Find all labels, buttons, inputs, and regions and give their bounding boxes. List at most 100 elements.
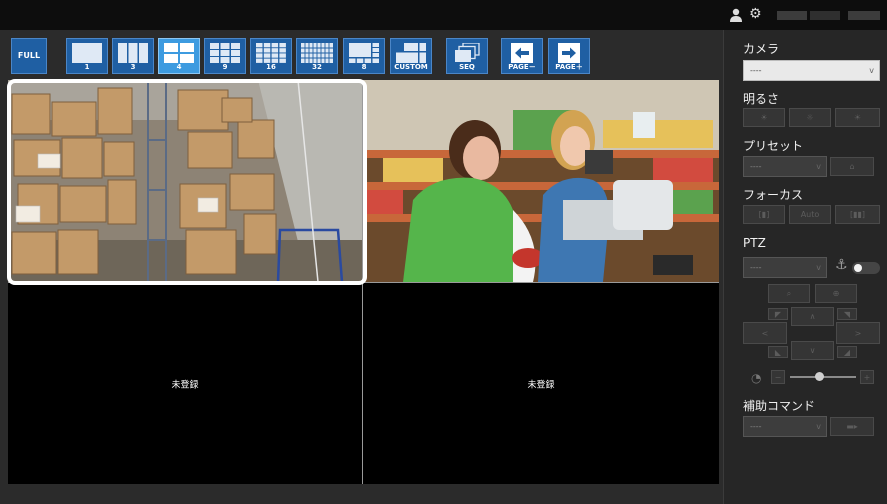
ptz-down-right-button[interactable]: ◢ xyxy=(837,346,857,358)
plus-icon: + xyxy=(863,372,871,382)
ptz-section-title: PTZ xyxy=(743,236,766,250)
status-bar xyxy=(0,484,723,504)
ptz-up-right-button[interactable]: ◥ xyxy=(837,308,857,320)
arrow-up-right-icon: ◥ xyxy=(843,309,851,319)
chevron-right-icon: > xyxy=(854,328,862,338)
user-name-redacted xyxy=(810,11,840,20)
arrow-left-icon xyxy=(511,43,533,63)
sequence-button[interactable]: SEQ xyxy=(446,38,488,74)
focus-auto-label: Auto xyxy=(800,210,820,219)
button-label: CUSTOM xyxy=(394,63,428,71)
layout-1-icon xyxy=(72,43,102,63)
aux-command-execute-button[interactable]: ▬▸ xyxy=(830,417,874,436)
full-screen-button[interactable]: FULL xyxy=(11,38,47,74)
brightness-brighter-button[interactable]: ☀ xyxy=(835,108,880,127)
user-name-redacted xyxy=(848,11,880,20)
speed-slider-track[interactable] xyxy=(790,372,856,381)
layout-32-button[interactable]: 32 xyxy=(296,38,338,74)
preset-home-button[interactable]: ⌂ xyxy=(830,157,874,176)
ptz-select[interactable]: ---- v xyxy=(743,257,827,278)
top-bar: ⚙ xyxy=(0,0,887,30)
sun-small-icon: ☀ xyxy=(760,113,768,122)
button-label: 32 xyxy=(312,63,322,71)
zoom-out-button[interactable]: ⌕ xyxy=(768,284,810,303)
preset-section-title: プリセット xyxy=(743,139,804,153)
focus-auto-button[interactable]: Auto xyxy=(789,205,831,224)
brightness-normal-button[interactable]: ☼ xyxy=(789,108,831,127)
chevron-down-icon: v xyxy=(816,422,821,431)
sun-outline-icon: ☼ xyxy=(806,113,814,122)
page-next-button[interactable]: PAGE＋ xyxy=(548,38,590,74)
layout-3-button[interactable]: 3 xyxy=(112,38,154,74)
layout-1-button[interactable]: 1 xyxy=(66,38,108,74)
camera-slot-empty[interactable]: 未登録 xyxy=(8,283,362,484)
focus-far-icon: [▮▮] xyxy=(849,210,866,219)
layout-custom-icon xyxy=(396,43,426,63)
layout-8-icon xyxy=(349,43,379,63)
focus-far-button[interactable]: [▮▮] xyxy=(835,205,880,224)
layout-32-icon xyxy=(301,43,333,63)
user-icon[interactable] xyxy=(730,8,742,22)
chevron-left-icon: < xyxy=(761,328,769,338)
minus-icon: − xyxy=(774,372,782,382)
user-name-redacted xyxy=(777,11,807,20)
preset-select-value: ---- xyxy=(750,162,762,171)
brightness-section-title: 明るさ xyxy=(743,92,780,106)
aux-command-select[interactable]: ---- v xyxy=(743,416,827,437)
ptz-lock-toggle[interactable] xyxy=(852,262,880,274)
arrow-down-right-icon: ◢ xyxy=(843,347,851,357)
execute-icon: ▬▸ xyxy=(846,422,858,431)
supermarket-image xyxy=(363,80,719,282)
aux-command-section-title: 補助コマンド xyxy=(743,399,816,413)
arrow-up-left-icon: ◤ xyxy=(774,309,782,319)
page-prev-button[interactable]: PAGE－ xyxy=(501,38,543,74)
camera-view-supermarket[interactable] xyxy=(363,80,719,282)
layout-4-button[interactable]: 4 xyxy=(158,38,200,74)
speed-slider-thumb[interactable] xyxy=(815,372,824,381)
camera-select-value: ---- xyxy=(750,66,762,75)
chevron-up-icon: ∧ xyxy=(809,312,816,321)
button-label: PAGE＋ xyxy=(555,63,583,71)
speed-decrease-button[interactable]: − xyxy=(771,370,785,384)
home-icon: ⌂ xyxy=(849,162,855,171)
layout-8-button[interactable]: 8 xyxy=(343,38,385,74)
ptz-up-left-button[interactable]: ◤ xyxy=(768,308,788,320)
button-label: 3 xyxy=(130,63,136,71)
not-registered-label: 未登録 xyxy=(171,380,199,390)
zoom-in-button[interactable]: ⊕ xyxy=(815,284,857,303)
arrow-down-left-icon: ◣ xyxy=(774,347,782,357)
ptz-down-button[interactable]: ∨ xyxy=(791,341,834,360)
speed-increase-button[interactable]: + xyxy=(860,370,874,384)
preset-select[interactable]: ---- v xyxy=(743,156,827,177)
ptz-up-button[interactable]: ∧ xyxy=(791,307,834,326)
layout-16-button[interactable]: 16 xyxy=(250,38,292,74)
button-label: 9 xyxy=(222,63,228,71)
not-registered-label: 未登録 xyxy=(527,380,555,390)
button-label: SEQ xyxy=(459,63,475,71)
focus-near-button[interactable]: [▮] xyxy=(743,205,785,224)
selected-view-frame xyxy=(7,79,367,285)
zoom-in-icon: ⊕ xyxy=(832,289,840,298)
chevron-down-icon: v xyxy=(816,263,821,272)
gear-icon[interactable]: ⚙ xyxy=(749,7,762,21)
button-label: PAGE－ xyxy=(508,63,536,71)
layout-16-icon xyxy=(256,43,286,63)
camera-slot-empty[interactable]: 未登録 xyxy=(363,283,719,484)
layout-9-icon xyxy=(210,43,240,63)
toggle-knob xyxy=(854,264,862,272)
brightness-darker-button[interactable]: ☀ xyxy=(743,108,785,127)
ptz-right-button[interactable]: > xyxy=(836,322,880,344)
video-grid: 未登録 未登録 xyxy=(7,79,719,484)
ptz-left-button[interactable]: < xyxy=(743,322,787,344)
ptz-down-left-button[interactable]: ◣ xyxy=(768,346,788,358)
camera-select[interactable]: ---- v xyxy=(743,60,880,81)
chevron-down-icon: v xyxy=(869,66,874,75)
layout-custom-button[interactable]: CUSTOM xyxy=(390,38,432,74)
arrow-right-icon xyxy=(558,43,580,63)
button-label: 1 xyxy=(84,63,90,71)
layout-9-button[interactable]: 9 xyxy=(204,38,246,74)
button-label: 4 xyxy=(176,63,182,71)
focus-section-title: フォーカス xyxy=(743,188,804,202)
aux-command-select-value: ---- xyxy=(750,422,762,431)
button-label: 16 xyxy=(266,63,276,71)
